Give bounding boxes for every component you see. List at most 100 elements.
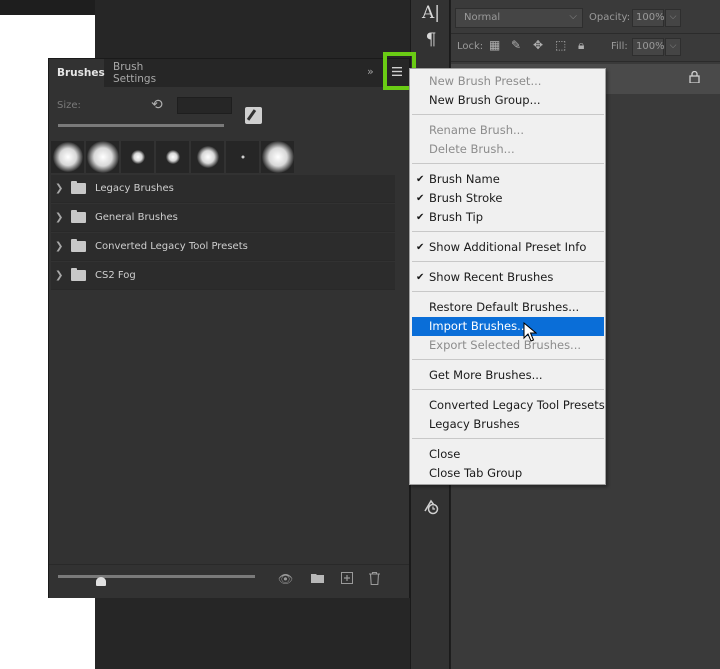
size-slider[interactable]: [58, 124, 224, 127]
menu-item-brush-tip[interactable]: ✔ Brush Tip: [412, 208, 604, 227]
lock-position-icon[interactable]: ✥: [533, 38, 543, 52]
blend-mode-select[interactable]: Normal ⌵: [455, 8, 583, 28]
slider-thumb[interactable]: [96, 577, 106, 586]
recent-brush[interactable]: [261, 141, 295, 173]
new-brush-icon[interactable]: [341, 572, 353, 587]
brush-group-label: Converted Legacy Tool Presets: [95, 241, 248, 252]
recent-brushes-strip: [51, 141, 407, 173]
menu-item-close[interactable]: Close: [412, 445, 604, 464]
new-group-folder-icon[interactable]: [311, 572, 324, 586]
recent-brush[interactable]: [51, 141, 85, 173]
menu-item-close-tab-group[interactable]: Close Tab Group: [412, 464, 604, 483]
folder-icon: [71, 239, 86, 252]
lock-label: Lock:: [457, 41, 484, 52]
menu-item-import-brushes[interactable]: Import Brushes...: [412, 317, 604, 336]
tab-brush-settings[interactable]: Brush Settings: [105, 59, 195, 87]
recent-brush[interactable]: [86, 141, 120, 173]
menu-separator: [412, 163, 604, 164]
menu-item-brush-name[interactable]: ✔ Brush Name: [412, 170, 604, 189]
menu-item-label: Brush Tip: [429, 210, 484, 224]
menu-item-legacy-brushes[interactable]: Legacy Brushes: [412, 415, 604, 434]
brushes-panel: Brushes Brush Settings » Size: ⟲ ❯ Legac…: [48, 58, 410, 598]
thumbnail-size-slider[interactable]: [58, 575, 255, 578]
opacity-label: Opacity:: [589, 12, 631, 23]
menu-separator: [412, 114, 604, 115]
recent-brush[interactable]: [156, 141, 190, 173]
reset-size-icon[interactable]: ⟲: [151, 97, 163, 113]
menu-item-rename-brush[interactable]: Rename Brush...: [412, 121, 604, 140]
history-brush-icon[interactable]: [411, 494, 451, 520]
menu-separator: [412, 389, 604, 390]
layers-options-row: Normal ⌵ Opacity: 100% ⌵: [451, 0, 720, 34]
paragraph-panel-icon[interactable]: ¶: [411, 27, 451, 53]
fill-label: Fill:: [611, 41, 628, 52]
menu-separator: [412, 261, 604, 262]
lock-transparent-pixels-icon[interactable]: ▦: [489, 38, 500, 52]
menu-item-label: Show Additional Preset Info: [429, 240, 587, 254]
toggle-brush-preview-icon[interactable]: 👁︎: [278, 572, 293, 586]
checkmark-icon: ✔: [416, 212, 425, 223]
checkmark-icon: ✔: [416, 193, 425, 204]
menu-item-show-additional-preset-info[interactable]: ✔ Show Additional Preset Info: [412, 238, 604, 257]
menu-item-delete-brush[interactable]: Delete Brush...: [412, 140, 604, 159]
brushes-panel-menu: New Brush Preset... New Brush Group... R…: [409, 68, 606, 485]
menu-item-label: Brush Name: [429, 172, 500, 186]
folder-icon: [71, 268, 86, 281]
recent-brush[interactable]: [191, 141, 225, 173]
size-label: Size:: [57, 100, 81, 111]
brush-group-row[interactable]: ❯ General Brushes: [51, 204, 395, 232]
brush-group-row[interactable]: ❯ Legacy Brushes: [51, 175, 395, 203]
fill-field[interactable]: 100%: [632, 38, 665, 56]
fill-dropdown-button[interactable]: ⌵: [665, 38, 681, 56]
menu-item-converted-legacy-tool-presets[interactable]: Converted Legacy Tool Presets: [412, 396, 605, 415]
recent-brush[interactable]: [121, 141, 155, 173]
menu-item-show-recent-brushes[interactable]: ✔ Show Recent Brushes: [412, 268, 604, 287]
menu-item-label: Brush Stroke: [429, 191, 503, 205]
brush-tip-icon: [261, 141, 294, 173]
menu-separator: [412, 359, 604, 360]
chevron-right-icon[interactable]: ❯: [55, 241, 71, 252]
brush-tip-icon: [196, 146, 219, 168]
brush-tip-icon: [165, 150, 180, 164]
brush-group-row[interactable]: ❯ CS2 Fog: [51, 262, 395, 290]
menu-item-new-brush-preset[interactable]: New Brush Preset...: [412, 72, 604, 91]
chevron-right-icon[interactable]: ❯: [55, 270, 71, 281]
menu-item-export-selected-brushes[interactable]: Export Selected Brushes...: [412, 336, 604, 355]
folder-icon: [71, 210, 86, 223]
chevron-down-icon: ⌵: [569, 11, 577, 22]
lock-image-pixels-icon[interactable]: ✎: [511, 38, 521, 52]
brush-group-label: Legacy Brushes: [95, 183, 174, 194]
folder-icon: [71, 181, 86, 194]
chevron-right-icon[interactable]: ❯: [55, 183, 71, 194]
brush-tip-icon: [86, 141, 119, 173]
menu-separator: [412, 231, 604, 232]
recent-brush[interactable]: [226, 141, 260, 173]
opacity-field[interactable]: 100%: [632, 9, 665, 27]
chevron-right-icon[interactable]: ❯: [55, 212, 71, 223]
size-input[interactable]: [177, 97, 232, 114]
character-panel-icon[interactable]: A|: [411, 0, 451, 26]
menu-separator: [412, 291, 604, 292]
trash-icon[interactable]: [369, 571, 380, 588]
collapse-panel-icon[interactable]: »: [367, 65, 374, 78]
brush-tip-icon: [241, 155, 244, 159]
lock-icon: [689, 70, 700, 86]
lock-all-icon[interactable]: 🔒︎: [578, 38, 584, 53]
brush-group-label: CS2 Fog: [95, 270, 136, 281]
brush-group-row[interactable]: ❯ Converted Legacy Tool Presets: [51, 233, 395, 261]
menu-item-brush-stroke[interactable]: ✔ Brush Stroke: [412, 189, 604, 208]
panel-footer: 👁︎: [49, 564, 409, 598]
menu-item-get-more-brushes[interactable]: Get More Brushes...: [412, 366, 604, 385]
checkmark-icon: ✔: [416, 174, 425, 185]
brush-tip-icon: [52, 142, 83, 172]
menu-item-new-brush-group[interactable]: New Brush Group...: [412, 91, 604, 110]
lock-artboard-icon[interactable]: ⬚: [555, 38, 566, 52]
blend-mode-value: Normal: [464, 12, 501, 23]
opacity-dropdown-button[interactable]: ⌵: [665, 9, 681, 27]
menu-item-restore-default-brushes[interactable]: Restore Default Brushes...: [412, 298, 604, 317]
checkmark-icon: ✔: [416, 272, 425, 283]
new-brush-from-tool-icon[interactable]: [245, 107, 262, 124]
brush-group-label: General Brushes: [95, 212, 178, 223]
tab-brushes[interactable]: Brushes: [49, 59, 105, 87]
menu-item-label: Show Recent Brushes: [429, 270, 554, 284]
